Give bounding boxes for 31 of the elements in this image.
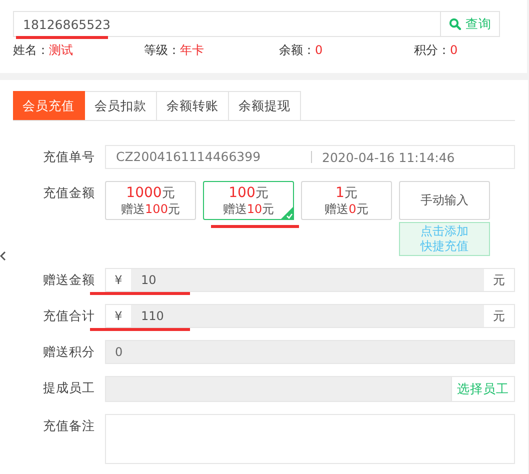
field-label: 提成员工 xyxy=(42,379,96,397)
info-value: 0 xyxy=(315,43,323,57)
search-icon xyxy=(448,18,460,30)
check-icon xyxy=(280,206,294,220)
chevron-left-icon[interactable] xyxy=(0,251,6,261)
amount-option[interactable]: 1元 赠送0元 xyxy=(301,181,392,220)
field-label: 充值单号 xyxy=(42,148,96,166)
info-label: 等级： xyxy=(144,43,180,57)
remark-field[interactable] xyxy=(105,414,515,464)
field-label: 充值金额 xyxy=(42,184,96,202)
field-label: 充值备注 xyxy=(42,417,96,435)
info-label: 积分： xyxy=(414,43,450,57)
tab[interactable]: 会员扣款 xyxy=(85,91,157,120)
tab[interactable]: 余额转账 xyxy=(157,91,229,120)
info-value: 年卡 xyxy=(180,43,204,57)
order-time: 2020-04-16 11:14:46 xyxy=(321,150,455,164)
info-value: 0 xyxy=(450,43,458,57)
search-value: 18126865523 xyxy=(23,16,110,32)
info-label: 余额： xyxy=(279,43,315,57)
search-field[interactable]: 18126865523 xyxy=(13,11,440,37)
field-label: 赠送金额 xyxy=(42,271,96,289)
info-label: 姓名： xyxy=(13,43,49,57)
order-number: CZ2004161114466399 xyxy=(106,151,312,163)
tab[interactable]: 余额提现 xyxy=(229,91,301,120)
points-value: 0 xyxy=(115,345,123,359)
field-label: 赠送积分 xyxy=(42,343,96,361)
field-label: 充值合计 xyxy=(42,307,96,325)
manual-input-button[interactable]: 手动输入 xyxy=(399,181,490,220)
amount-option[interactable]: 100元 赠送10元 xyxy=(203,181,294,220)
info-value: 测试 xyxy=(49,43,73,57)
amount-option[interactable]: 1000元 赠送100元 xyxy=(105,181,196,220)
